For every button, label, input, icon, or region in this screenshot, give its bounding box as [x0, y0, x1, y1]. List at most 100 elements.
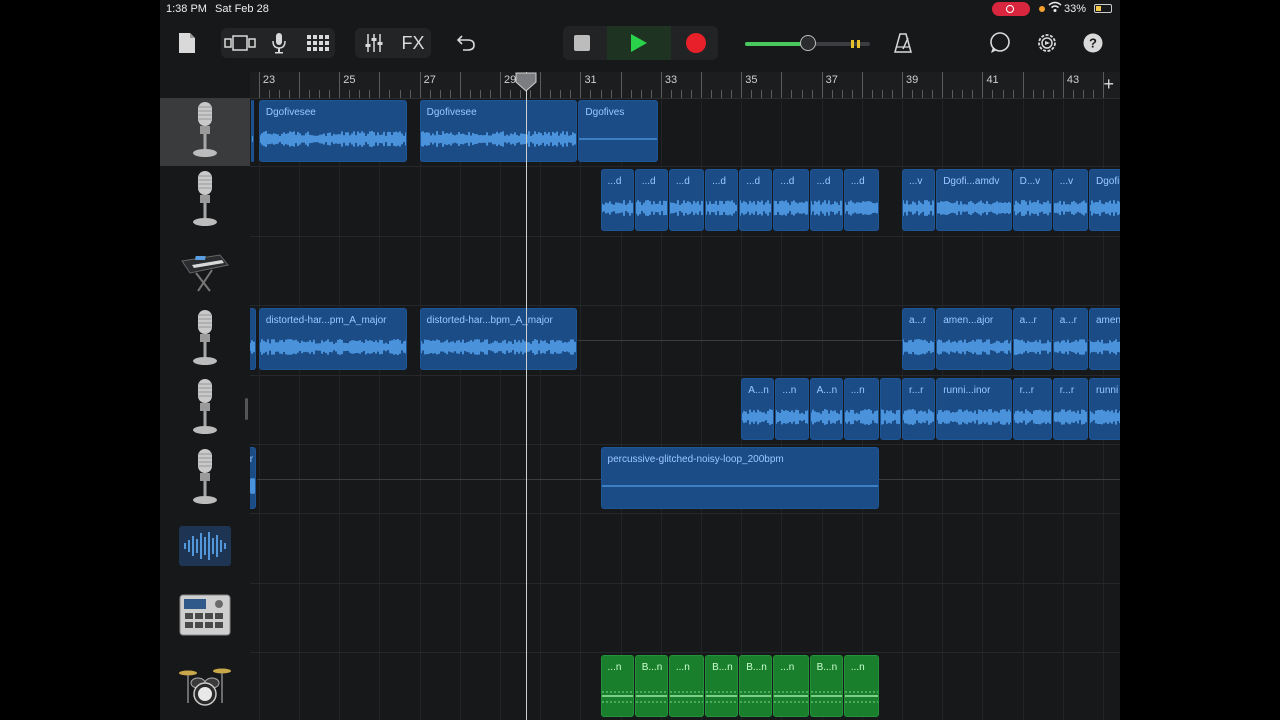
mixer-button[interactable]	[360, 28, 388, 58]
audio-region[interactable]: ...d	[634, 169, 668, 232]
bar-number: 31	[584, 74, 597, 86]
audio-region[interactable]: Dgofivesee	[258, 100, 407, 162]
track-header[interactable]	[160, 514, 250, 582]
playhead-handle[interactable]	[515, 72, 537, 92]
audio-region[interactable]: ...d	[809, 169, 843, 232]
audio-region[interactable]	[879, 377, 902, 440]
volume-knob[interactable]	[799, 35, 816, 51]
audio-region[interactable]	[250, 308, 256, 371]
stop-button[interactable]	[563, 26, 601, 60]
waveform	[903, 337, 934, 357]
audio-region[interactable]: D...v	[1012, 169, 1052, 232]
microphone-icon	[190, 101, 220, 164]
audio-region[interactable]: ...d	[739, 169, 773, 232]
screen-record-icon[interactable]	[992, 2, 1030, 16]
audio-region[interactable]: a...r	[902, 308, 936, 371]
microphone-icon	[190, 448, 220, 511]
ruler-tick	[258, 72, 260, 98]
audio-region[interactable]: r...r	[1052, 377, 1088, 440]
waveform	[1053, 198, 1087, 218]
drum-region[interactable]: ...n	[773, 655, 809, 718]
drum-region[interactable]: ...n	[843, 655, 879, 718]
audio-region[interactable]	[250, 100, 254, 162]
track-header[interactable]	[160, 653, 250, 720]
record-button[interactable]	[677, 26, 715, 60]
settings-button[interactable]	[1035, 28, 1059, 58]
track-header[interactable]	[160, 584, 250, 652]
audio-region[interactable]: ...d	[773, 169, 809, 232]
audio-region[interactable]: percussive-glitched-noisy-loop_200bpm	[600, 447, 879, 509]
audio-region[interactable]: ...d	[600, 169, 634, 232]
audio-region[interactable]: distorted-har...bpm_A_major	[419, 308, 578, 371]
drum-region[interactable]: B...n	[634, 655, 668, 718]
ruler-tick	[690, 90, 692, 98]
tracks-area[interactable]: Dgofivesee Dgofivesee Dgofives ...d ...d ...d…	[250, 98, 1120, 720]
audio-region[interactable]: amen...ajor	[936, 308, 1012, 371]
drum-region[interactable]: ...n	[600, 655, 634, 718]
browser-view-button[interactable]	[224, 28, 256, 58]
track-header[interactable]	[160, 98, 250, 167]
audio-region[interactable]: ...n	[843, 377, 879, 440]
ruler-tick	[731, 90, 733, 98]
loop-browser-button[interactable]	[988, 28, 1012, 58]
ruler-tick	[610, 90, 612, 98]
audio-region[interactable]: distorted-har...pm_A_major	[258, 308, 407, 371]
grid-view-button[interactable]	[304, 28, 332, 58]
audio-region[interactable]: ...d	[843, 169, 879, 232]
audio-region[interactable]: ...v	[902, 169, 936, 232]
audio-region[interactable]: A...n	[741, 377, 775, 440]
track-header[interactable]	[160, 376, 250, 444]
master-volume-slider[interactable]	[745, 35, 870, 51]
play-button[interactable]	[607, 26, 671, 60]
audio-region[interactable]: r...r	[902, 377, 936, 440]
region-name: A...n	[748, 384, 769, 396]
midi-pattern	[844, 684, 878, 704]
microphone-button[interactable]	[266, 28, 292, 58]
undo-button[interactable]	[453, 28, 479, 58]
audio-region[interactable]: Dgofi	[1088, 169, 1120, 232]
drum-region[interactable]: B...n	[705, 655, 739, 718]
audio-region[interactable]: r...r	[1012, 377, 1052, 440]
track-header[interactable]	[160, 445, 250, 513]
midi-pattern	[774, 684, 808, 704]
audio-region[interactable]: ...d	[705, 169, 739, 232]
audio-region[interactable]: ...n	[775, 377, 809, 440]
track-header[interactable]	[160, 167, 250, 235]
audio-region[interactable]: r	[250, 447, 256, 509]
metronome-button[interactable]	[891, 28, 915, 58]
bar-number: 27	[423, 74, 436, 86]
drum-region[interactable]: B...n	[739, 655, 773, 718]
region-name: percussive-glitched-noisy-loop_200bpm	[607, 454, 784, 465]
region-name: a...r	[1019, 315, 1037, 327]
track-header[interactable]	[160, 306, 250, 374]
ruler-tick	[1032, 90, 1034, 98]
audio-region[interactable]: Dgofives	[578, 100, 658, 162]
bar-grid-line	[580, 98, 582, 720]
audio-region[interactable]: amen	[1088, 308, 1120, 371]
drum-region[interactable]: B...n	[809, 655, 843, 718]
audio-region[interactable]: a...r	[1052, 308, 1088, 371]
audio-region[interactable]: A...n	[809, 377, 843, 440]
waveform	[1089, 337, 1120, 357]
ruler-tick	[469, 90, 471, 98]
drum-region[interactable]: ...n	[668, 655, 705, 718]
ruler-tick	[670, 90, 672, 98]
help-button[interactable]: ?	[1081, 28, 1105, 58]
waveform	[903, 407, 934, 427]
audio-region[interactable]: a...r	[1012, 308, 1052, 371]
audio-region[interactable]: ...d	[668, 169, 705, 232]
fx-button[interactable]: FX	[396, 28, 430, 58]
timeline-ruler[interactable]: + 23 25 27 29 31 33 35 37 39 41 43	[250, 72, 1120, 99]
audio-region[interactable]: runni	[1088, 377, 1120, 440]
region-name: ...n	[850, 384, 865, 396]
audio-region[interactable]: runni...inor	[936, 377, 1012, 440]
audio-region[interactable]: Dgofi...amdv	[936, 169, 1012, 232]
region-name: ...n	[780, 662, 795, 674]
add-section-button[interactable]: +	[1103, 74, 1114, 95]
my-songs-button[interactable]	[176, 28, 198, 58]
track-header[interactable]	[160, 237, 250, 305]
header-resize-handle[interactable]	[245, 398, 248, 420]
audio-region[interactable]: ...v	[1052, 169, 1088, 232]
audio-region[interactable]: Dgofivesee	[419, 100, 578, 162]
ruler-tick	[449, 90, 451, 98]
